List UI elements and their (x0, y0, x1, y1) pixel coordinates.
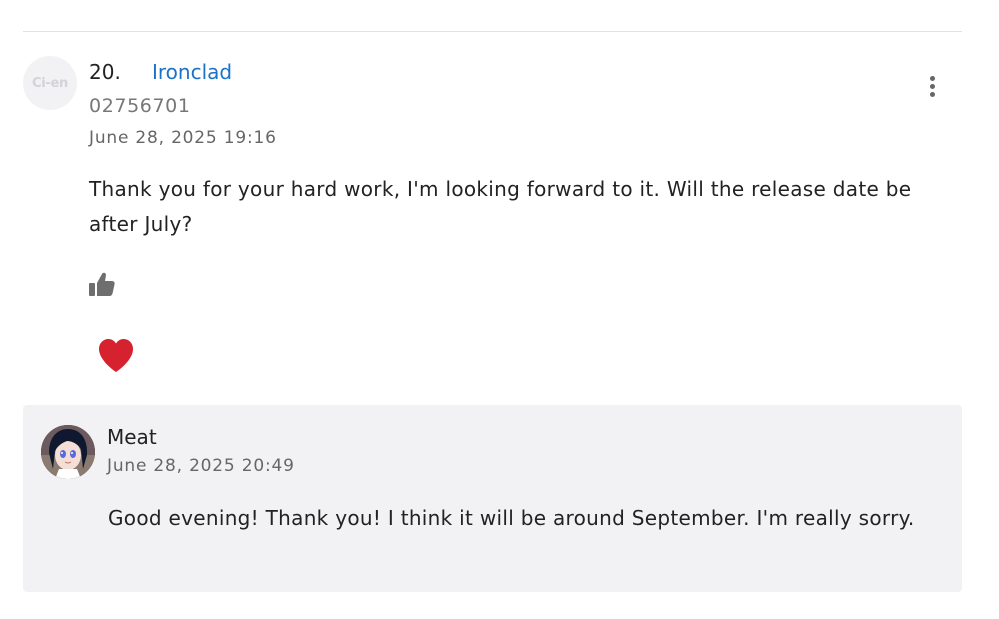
reply-date: June 28, 2025 20:49 (107, 456, 295, 476)
heart-icon (99, 339, 133, 372)
comment-user-id: 02756701 (89, 95, 191, 117)
comment-body: Thank you for your hard work, I'm lookin… (89, 177, 912, 236)
more-options-button[interactable] (920, 72, 944, 100)
reply-body: Good evening! Thank you! I think it will… (108, 506, 915, 530)
kebab-menu-icon-dot (929, 83, 935, 89)
comment-number: 20. (89, 60, 121, 84)
heart-reaction-button[interactable] (96, 336, 136, 374)
reply-avatar[interactable] (41, 425, 95, 479)
commenter-avatar[interactable]: Ci-en (23, 56, 77, 110)
reply-box: Meat June 28, 2025 20:49 Good evening! T… (23, 405, 962, 592)
thumbs-up-icon (89, 272, 115, 296)
kebab-menu-icon-dot (929, 91, 935, 97)
reply-author-name: Meat (107, 425, 157, 449)
comment-date: June 28, 2025 19:16 (89, 128, 277, 148)
comment-author-link[interactable]: Ironclad (152, 60, 232, 84)
avatar-logo-text: Ci-en (32, 75, 68, 91)
kebab-menu-icon (929, 75, 935, 81)
creator-avatar-image (41, 425, 95, 479)
like-button[interactable] (88, 270, 116, 298)
